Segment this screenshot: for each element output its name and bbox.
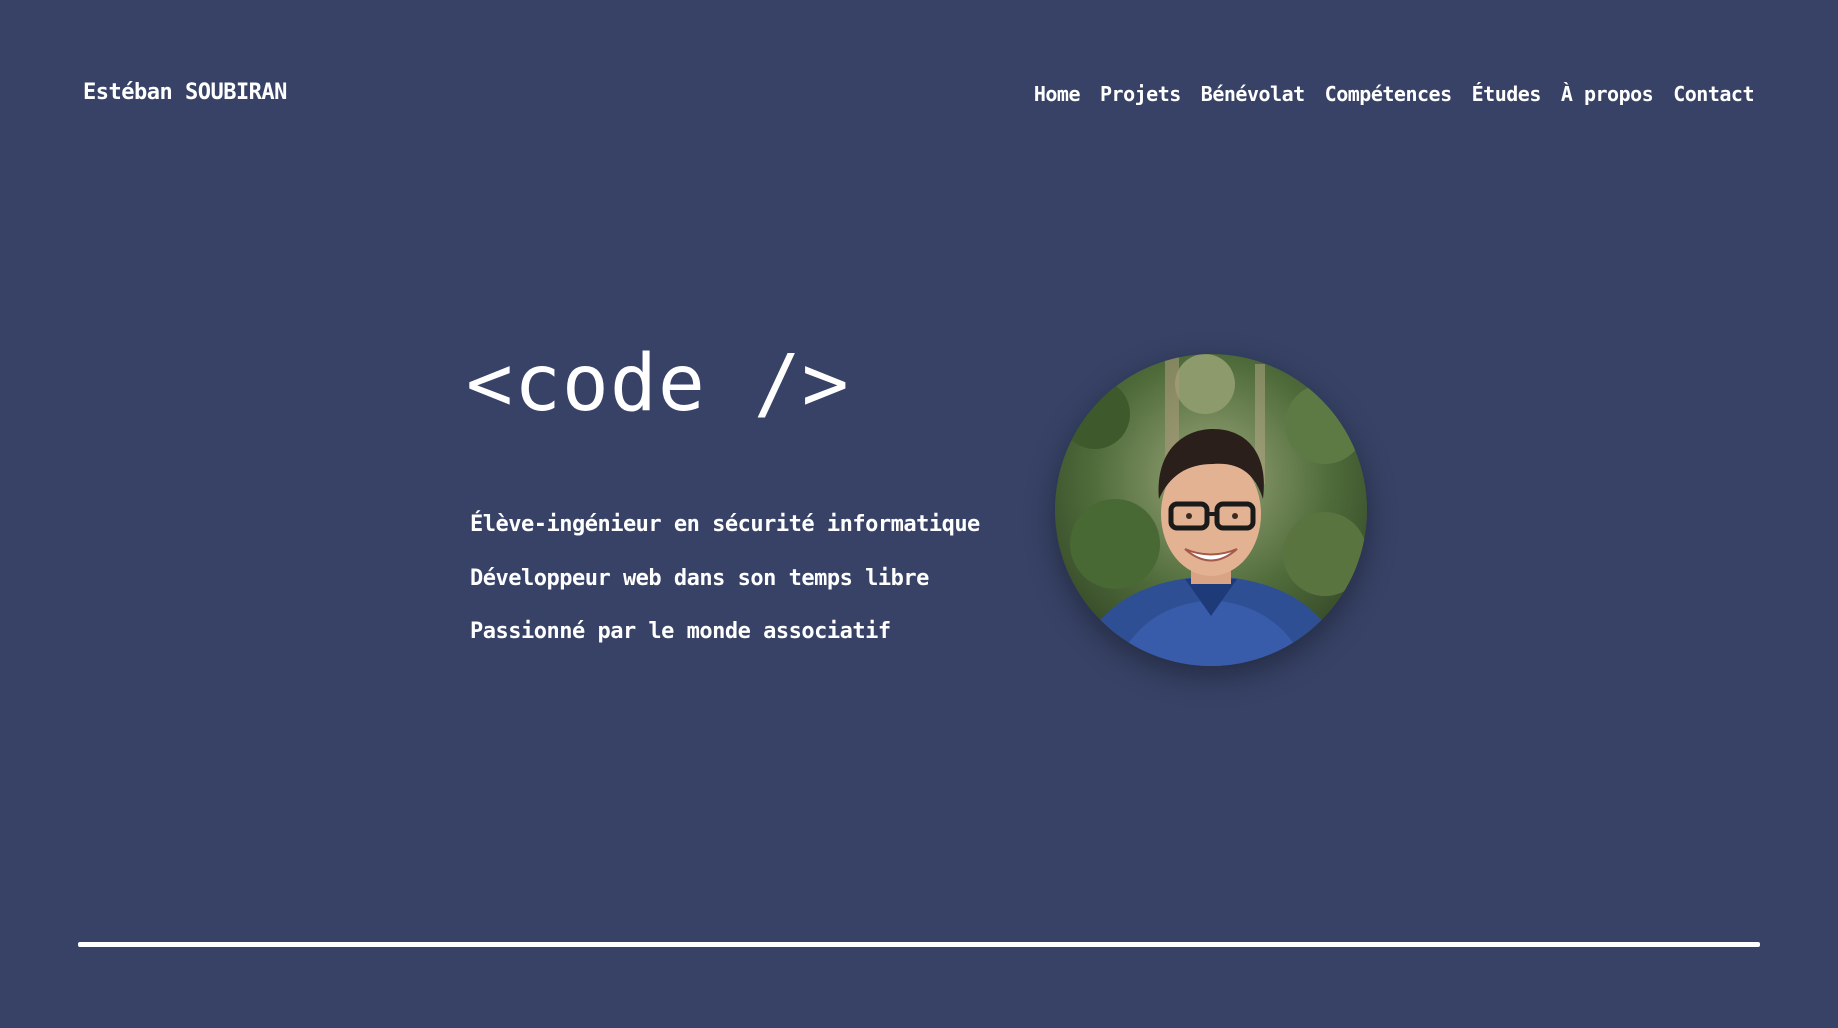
nav-contact[interactable]: Contact — [1673, 82, 1754, 106]
hero-title: <code /> — [466, 339, 850, 429]
tagline-engineering: Élève-ingénieur en sécurité informatique — [470, 512, 980, 537]
nav-home[interactable]: Home — [1034, 82, 1081, 106]
tagline-associative: Passionné par le monde associatif — [470, 619, 891, 644]
nav-a-propos[interactable]: À propos — [1561, 82, 1654, 106]
section-divider — [78, 942, 1760, 947]
site-brand[interactable]: Estéban SOUBIRAN — [83, 80, 287, 105]
nav-competences[interactable]: Compétences — [1325, 82, 1452, 106]
tagline-web-developer: Développeur web dans son temps libre — [470, 566, 929, 591]
nav-projets[interactable]: Projets — [1100, 82, 1181, 106]
page: Estéban SOUBIRAN Home Projets Bénévolat … — [0, 0, 1838, 1028]
profile-photo — [1055, 354, 1367, 666]
nav-etudes[interactable]: Études — [1472, 82, 1542, 106]
nav-benevolat[interactable]: Bénévolat — [1201, 82, 1305, 106]
main-nav: Home Projets Bénévolat Compétences Étude… — [1034, 82, 1755, 106]
